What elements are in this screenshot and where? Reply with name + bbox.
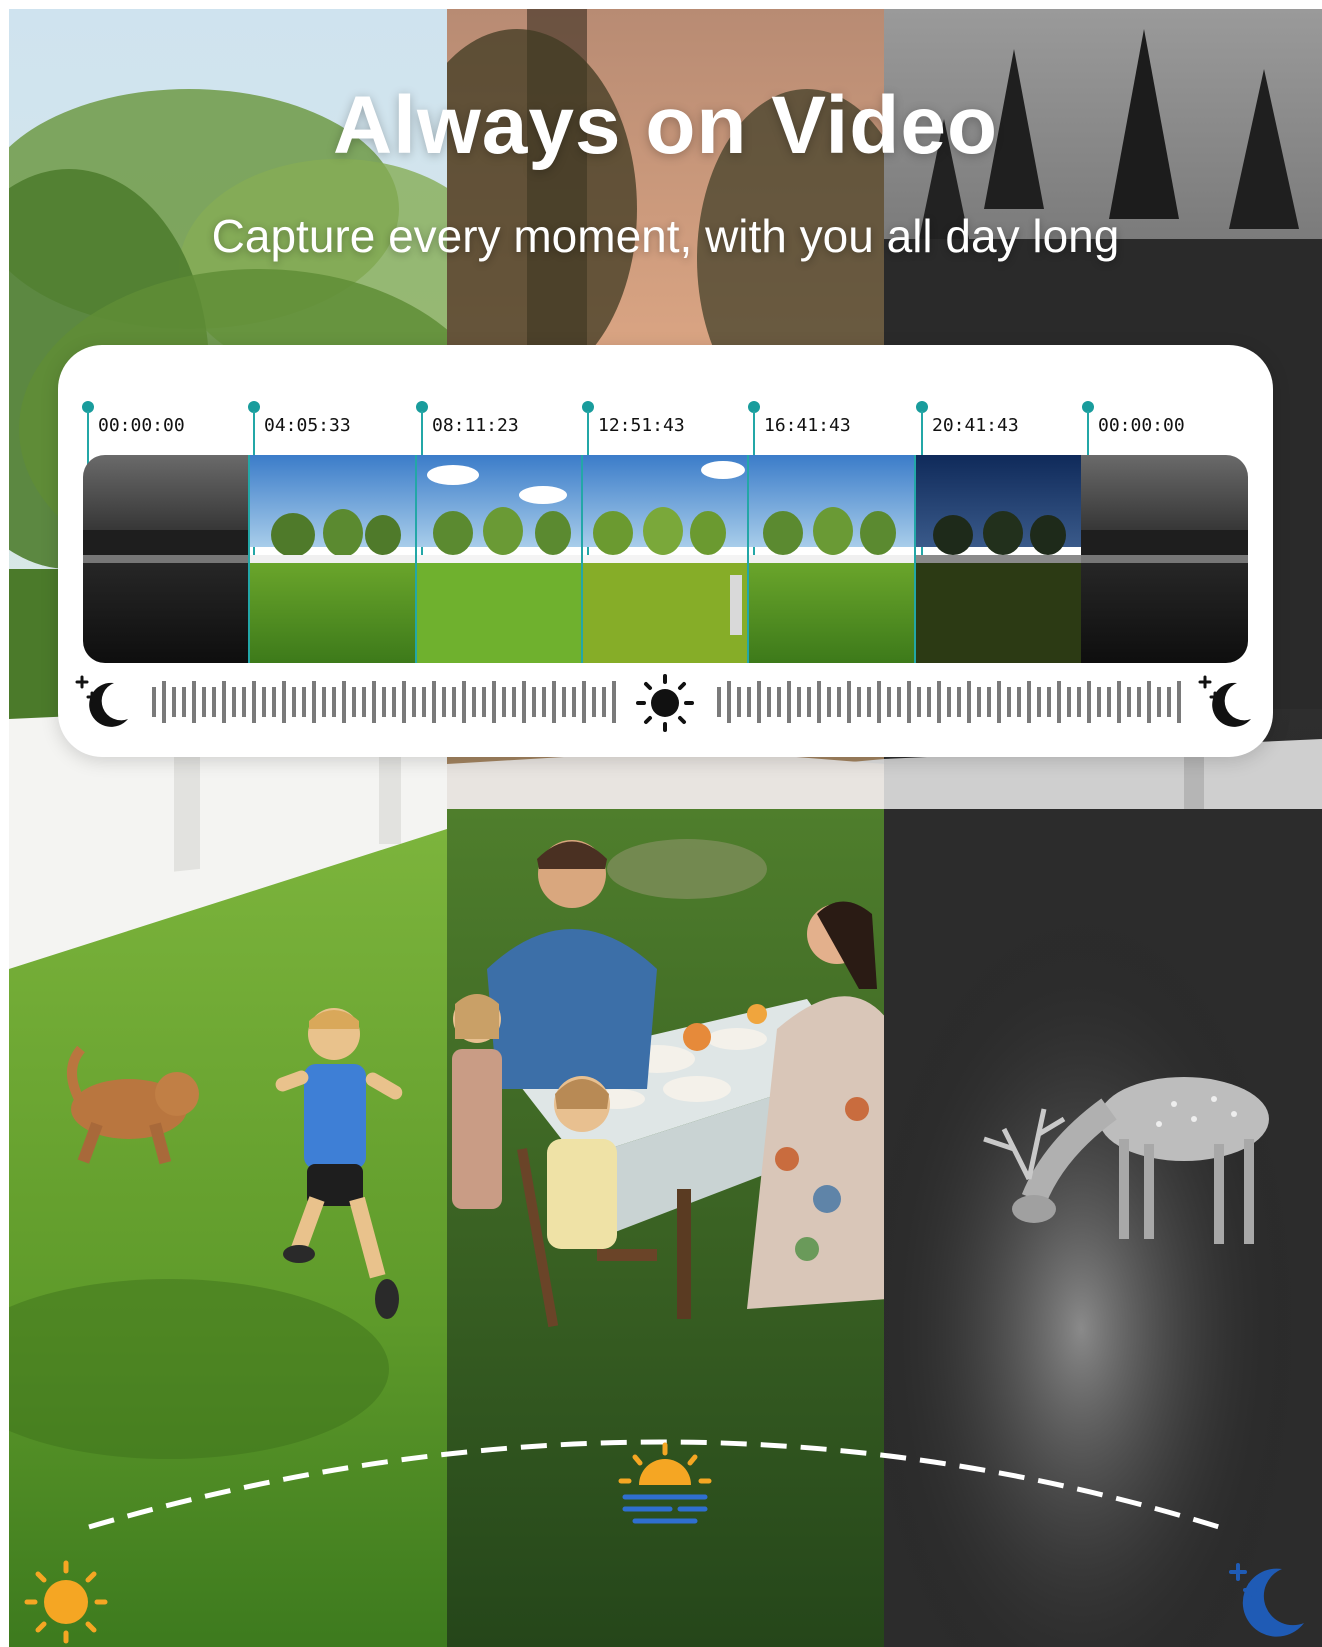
timestamp-label: 12:51:43 (598, 415, 685, 436)
subheadline: Capture every moment, with you all day l… (211, 210, 1120, 262)
thumbnail-night (83, 455, 249, 663)
timestamp-marker[interactable]: 00:00:00 (82, 401, 258, 556)
timestamp-label: 16:41:43 (764, 415, 851, 436)
thumbnail-afternoon (748, 455, 915, 663)
thumbnail-strip[interactable] (83, 455, 1248, 663)
timestamp-label: 04:05:33 (264, 415, 351, 436)
hero-banner: Always on Video Capture every moment, wi… (9, 9, 1322, 1647)
timestamp-label: 00:00:00 (1098, 415, 1185, 436)
headline: Always on Video (332, 80, 999, 171)
timestamp-marker[interactable]: 08:11:23 (416, 401, 592, 556)
timestamp-marker[interactable]: 20:41:43 (916, 401, 1092, 556)
timestamp-marker[interactable]: 04:05:33 (248, 401, 424, 556)
timestamp-label: 20:41:43 (932, 415, 1019, 436)
sun-icon (24, 1560, 108, 1644)
timestamp-label: 08:11:23 (432, 415, 519, 436)
tick-marks-right (717, 681, 1181, 723)
sunset-icon (618, 1442, 712, 1524)
sun-icon (636, 674, 694, 732)
timestamp-marker[interactable]: 12:51:43 (582, 401, 758, 556)
thumbnail-noon (582, 455, 748, 663)
thumbnail-morning (249, 455, 416, 663)
moon-stars-icon (1198, 675, 1251, 727)
timestamp-marker[interactable]: 00:00:00 (1082, 401, 1258, 556)
timestamp-marker[interactable]: 16:41:43 (748, 401, 924, 556)
moon-stars-icon (75, 675, 128, 727)
moon-stars-icon (1229, 1563, 1304, 1637)
thumbnail-night (1081, 455, 1248, 663)
timeline-scrubber[interactable] (58, 667, 1273, 737)
thumbnail-day (416, 455, 582, 663)
tick-marks-left (152, 681, 616, 723)
timestamp-label: 00:00:00 (98, 415, 185, 436)
timeline-card: 00:00:00 04:05:33 08:11:23 12:51:43 16:4… (58, 345, 1273, 757)
thumbnail-dusk (915, 455, 1081, 663)
